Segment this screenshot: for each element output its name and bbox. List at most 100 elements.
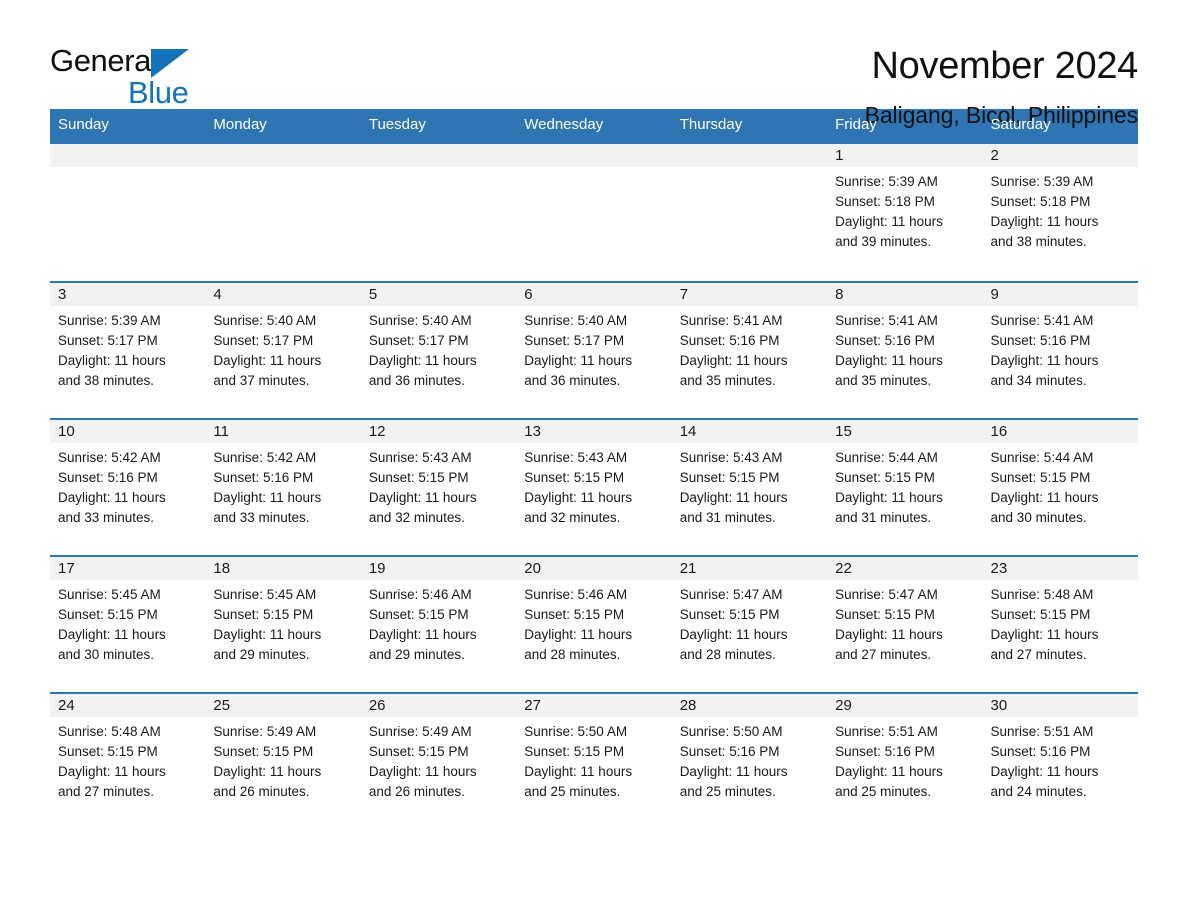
day-number: 27 bbox=[516, 694, 672, 717]
calendar-day-cell[interactable]: 4 Sunrise: 5:40 AM Sunset: 5:17 PM Daylight… bbox=[205, 281, 361, 419]
sunset-text: Sunset: 5:15 PM bbox=[679, 470, 780, 485]
calendar-day-cell[interactable]: 28 Sunrise: 5:50 AM Sunset: 5:16 PM Dayligh… bbox=[671, 692, 828, 829]
daylight-text: and 39 minutes. bbox=[835, 234, 932, 249]
sunrise-text: Sunrise: 5:46 AM bbox=[368, 587, 472, 602]
calendar-day-cell[interactable]: 30 Sunrise: 5:51 AM Sunset: 5:16 PM Dayligh… bbox=[982, 692, 1138, 829]
calendar-day-cell[interactable]: 11 Sunrise: 5:42 AM Sunset: 5:16 PM Dayligh… bbox=[205, 418, 361, 556]
calendar-empty-cell bbox=[360, 142, 517, 282]
day-sun-info: Sunrise: 5:44 AM Sunset: 5:15 PM Daylight:… bbox=[983, 443, 1138, 528]
calendar-day-cell[interactable]: 23 Sunrise: 5:48 AM Sunset: 5:15 PM Dayligh… bbox=[982, 555, 1138, 693]
calendar-day-cell[interactable]: 16 Sunrise: 5:44 AM Sunset: 5:15 PM Dayligh… bbox=[982, 418, 1138, 556]
sunset-text: Sunset: 5:15 PM bbox=[368, 607, 469, 622]
daylight-text: Daylight: 11 hours bbox=[524, 764, 633, 779]
calendar-week-row: 10 Sunrise: 5:42 AM Sunset: 5:16 PM Dayligh… bbox=[50, 418, 1138, 556]
sunrise-text: Sunrise: 5:44 AM bbox=[990, 450, 1094, 465]
daylight-text: Daylight: 11 hours bbox=[58, 353, 166, 368]
day-cell-content: 27 Sunrise: 5:50 AM Sunset: 5:15 PM Dayligh… bbox=[516, 694, 672, 829]
generalblue-logo[interactable]: General Blue bbox=[50, 44, 200, 110]
calendar-day-cell[interactable]: 21 Sunrise: 5:47 AM Sunset: 5:15 PM Dayligh… bbox=[671, 555, 828, 693]
calendar-day-cell[interactable]: 2 Sunrise: 5:39 AM Sunset: 5:18 PM Daylight… bbox=[982, 142, 1138, 282]
daylight-text: and 25 minutes. bbox=[835, 784, 932, 799]
sunrise-text: Sunrise: 5:40 AM bbox=[213, 313, 317, 328]
sunrise-text: Sunrise: 5:42 AM bbox=[213, 450, 317, 465]
calendar-day-cell[interactable]: 8 Sunrise: 5:41 AM Sunset: 5:16 PM Daylight… bbox=[827, 281, 983, 419]
daylight-text: Daylight: 11 hours bbox=[835, 627, 943, 642]
sunset-text: Sunset: 5:15 PM bbox=[835, 470, 935, 485]
calendar-day-cell[interactable]: 22 Sunrise: 5:47 AM Sunset: 5:15 PM Dayligh… bbox=[827, 555, 983, 693]
calendar-day-cell[interactable]: 15 Sunrise: 5:44 AM Sunset: 5:15 PM Dayligh… bbox=[827, 418, 983, 556]
calendar-day-cell[interactable]: 29 Sunrise: 5:51 AM Sunset: 5:16 PM Dayligh… bbox=[827, 692, 983, 829]
day-number: 26 bbox=[360, 694, 517, 717]
daylight-text: and 35 minutes. bbox=[835, 373, 932, 388]
day-cell-content: 20 Sunrise: 5:46 AM Sunset: 5:15 PM Dayligh… bbox=[516, 557, 672, 692]
sunrise-text: Sunrise: 5:41 AM bbox=[835, 313, 938, 328]
daylight-text: Daylight: 11 hours bbox=[524, 353, 633, 368]
daylight-text: Daylight: 11 hours bbox=[368, 627, 477, 642]
day-cell-content bbox=[360, 144, 517, 281]
calendar-day-cell[interactable]: 14 Sunrise: 5:43 AM Sunset: 5:15 PM Dayligh… bbox=[671, 418, 828, 556]
day-cell-content: 6 Sunrise: 5:40 AM Sunset: 5:17 PM Daylight… bbox=[516, 283, 672, 418]
day-cell-content: 30 Sunrise: 5:51 AM Sunset: 5:16 PM Dayligh… bbox=[982, 694, 1138, 829]
day-cell-content: 18 Sunrise: 5:45 AM Sunset: 5:15 PM Dayligh… bbox=[205, 557, 361, 692]
calendar-day-cell[interactable]: 25 Sunrise: 5:49 AM Sunset: 5:15 PM Dayligh… bbox=[205, 692, 361, 829]
sunrise-text: Sunrise: 5:50 AM bbox=[524, 724, 628, 739]
calendar-day-cell[interactable]: 7 Sunrise: 5:41 AM Sunset: 5:16 PM Daylight… bbox=[671, 281, 828, 419]
calendar-day-cell[interactable]: 20 Sunrise: 5:46 AM Sunset: 5:15 PM Dayligh… bbox=[516, 555, 672, 693]
day-sun-info: Sunrise: 5:51 AM Sunset: 5:16 PM Daylight:… bbox=[827, 717, 982, 802]
daylight-text: and 37 minutes. bbox=[213, 373, 310, 388]
day-cell-content: 10 Sunrise: 5:42 AM Sunset: 5:16 PM Dayligh… bbox=[50, 420, 206, 555]
calendar-day-cell[interactable]: 9 Sunrise: 5:41 AM Sunset: 5:16 PM Daylight… bbox=[982, 281, 1138, 419]
day-sun-info: Sunrise: 5:51 AM Sunset: 5:16 PM Daylight:… bbox=[983, 717, 1138, 802]
calendar-day-cell[interactable]: 19 Sunrise: 5:46 AM Sunset: 5:15 PM Dayligh… bbox=[360, 555, 517, 693]
sunrise-text: Sunrise: 5:45 AM bbox=[213, 587, 317, 602]
day-number: 2 bbox=[982, 144, 1138, 167]
sunset-text: Sunset: 5:15 PM bbox=[524, 607, 625, 622]
sunset-text: Sunset: 5:15 PM bbox=[213, 607, 314, 622]
calendar-day-cell[interactable]: 5 Sunrise: 5:40 AM Sunset: 5:17 PM Daylight… bbox=[360, 281, 517, 419]
day-sun-info: Sunrise: 5:40 AM Sunset: 5:17 PM Daylight:… bbox=[205, 306, 360, 391]
sunrise-text: Sunrise: 5:41 AM bbox=[679, 313, 783, 328]
day-cell-content: 13 Sunrise: 5:43 AM Sunset: 5:15 PM Dayligh… bbox=[516, 420, 672, 555]
calendar-day-cell[interactable]: 26 Sunrise: 5:49 AM Sunset: 5:15 PM Dayligh… bbox=[360, 692, 517, 829]
daylight-text: and 27 minutes. bbox=[990, 647, 1087, 662]
sunset-text: Sunset: 5:17 PM bbox=[524, 333, 625, 348]
day-sun-info: Sunrise: 5:47 AM Sunset: 5:15 PM Daylight:… bbox=[827, 580, 982, 665]
calendar-day-cell[interactable]: 3 Sunrise: 5:39 AM Sunset: 5:17 PM Daylight… bbox=[50, 281, 206, 419]
calendar-day-cell[interactable]: 12 Sunrise: 5:43 AM Sunset: 5:15 PM Dayligh… bbox=[360, 418, 517, 556]
day-sun-info: Sunrise: 5:46 AM Sunset: 5:15 PM Daylight:… bbox=[516, 580, 671, 665]
daylight-text: and 34 minutes. bbox=[990, 373, 1087, 388]
calendar-day-cell[interactable]: 24 Sunrise: 5:48 AM Sunset: 5:15 PM Dayligh… bbox=[50, 692, 206, 829]
sunset-text: Sunset: 5:16 PM bbox=[835, 744, 935, 759]
page-title: November 2024 bbox=[871, 45, 1139, 87]
calendar-day-cell[interactable]: 17 Sunrise: 5:45 AM Sunset: 5:15 PM Dayligh… bbox=[50, 555, 206, 693]
sunset-text: Sunset: 5:16 PM bbox=[990, 333, 1091, 348]
day-number: 22 bbox=[827, 557, 983, 580]
daylight-text: and 29 minutes. bbox=[213, 647, 310, 662]
calendar-day-cell[interactable]: 27 Sunrise: 5:50 AM Sunset: 5:15 PM Dayligh… bbox=[516, 692, 672, 829]
calendar-day-cell[interactable]: 1 Sunrise: 5:39 AM Sunset: 5:18 PM Daylight… bbox=[827, 142, 983, 282]
day-cell-content: 8 Sunrise: 5:41 AM Sunset: 5:16 PM Daylight… bbox=[827, 283, 983, 418]
day-number: 15 bbox=[827, 420, 983, 443]
calendar-day-cell[interactable]: 10 Sunrise: 5:42 AM Sunset: 5:16 PM Dayligh… bbox=[50, 418, 206, 556]
day-cell-content: 16 Sunrise: 5:44 AM Sunset: 5:15 PM Dayligh… bbox=[982, 420, 1138, 555]
day-sun-info: Sunrise: 5:43 AM Sunset: 5:15 PM Daylight:… bbox=[361, 443, 516, 528]
calendar-day-cell[interactable]: 18 Sunrise: 5:45 AM Sunset: 5:15 PM Dayligh… bbox=[205, 555, 361, 693]
calendar-day-cell[interactable]: 13 Sunrise: 5:43 AM Sunset: 5:15 PM Dayligh… bbox=[516, 418, 672, 556]
day-number: 4 bbox=[205, 283, 361, 306]
daylight-text: and 31 minutes. bbox=[679, 510, 776, 525]
daylight-text: Daylight: 11 hours bbox=[835, 353, 943, 368]
day-cell-content bbox=[50, 144, 206, 281]
day-cell-content: 7 Sunrise: 5:41 AM Sunset: 5:16 PM Daylight… bbox=[671, 283, 828, 418]
day-number: 19 bbox=[360, 557, 517, 580]
daylight-text: Daylight: 11 hours bbox=[835, 214, 943, 229]
sunrise-text: Sunrise: 5:51 AM bbox=[990, 724, 1094, 739]
day-sun-info: Sunrise: 5:39 AM Sunset: 5:18 PM Daylight:… bbox=[827, 167, 982, 252]
sunset-text: Sunset: 5:15 PM bbox=[58, 744, 158, 759]
day-number: 3 bbox=[50, 283, 206, 306]
day-cell-content bbox=[205, 144, 361, 281]
calendar-day-cell[interactable]: 6 Sunrise: 5:40 AM Sunset: 5:17 PM Daylight… bbox=[516, 281, 672, 419]
day-cell-content: 15 Sunrise: 5:44 AM Sunset: 5:15 PM Dayligh… bbox=[827, 420, 983, 555]
day-number: 30 bbox=[982, 694, 1138, 717]
daylight-text: Daylight: 11 hours bbox=[58, 627, 166, 642]
daylight-text: and 29 minutes. bbox=[368, 647, 465, 662]
